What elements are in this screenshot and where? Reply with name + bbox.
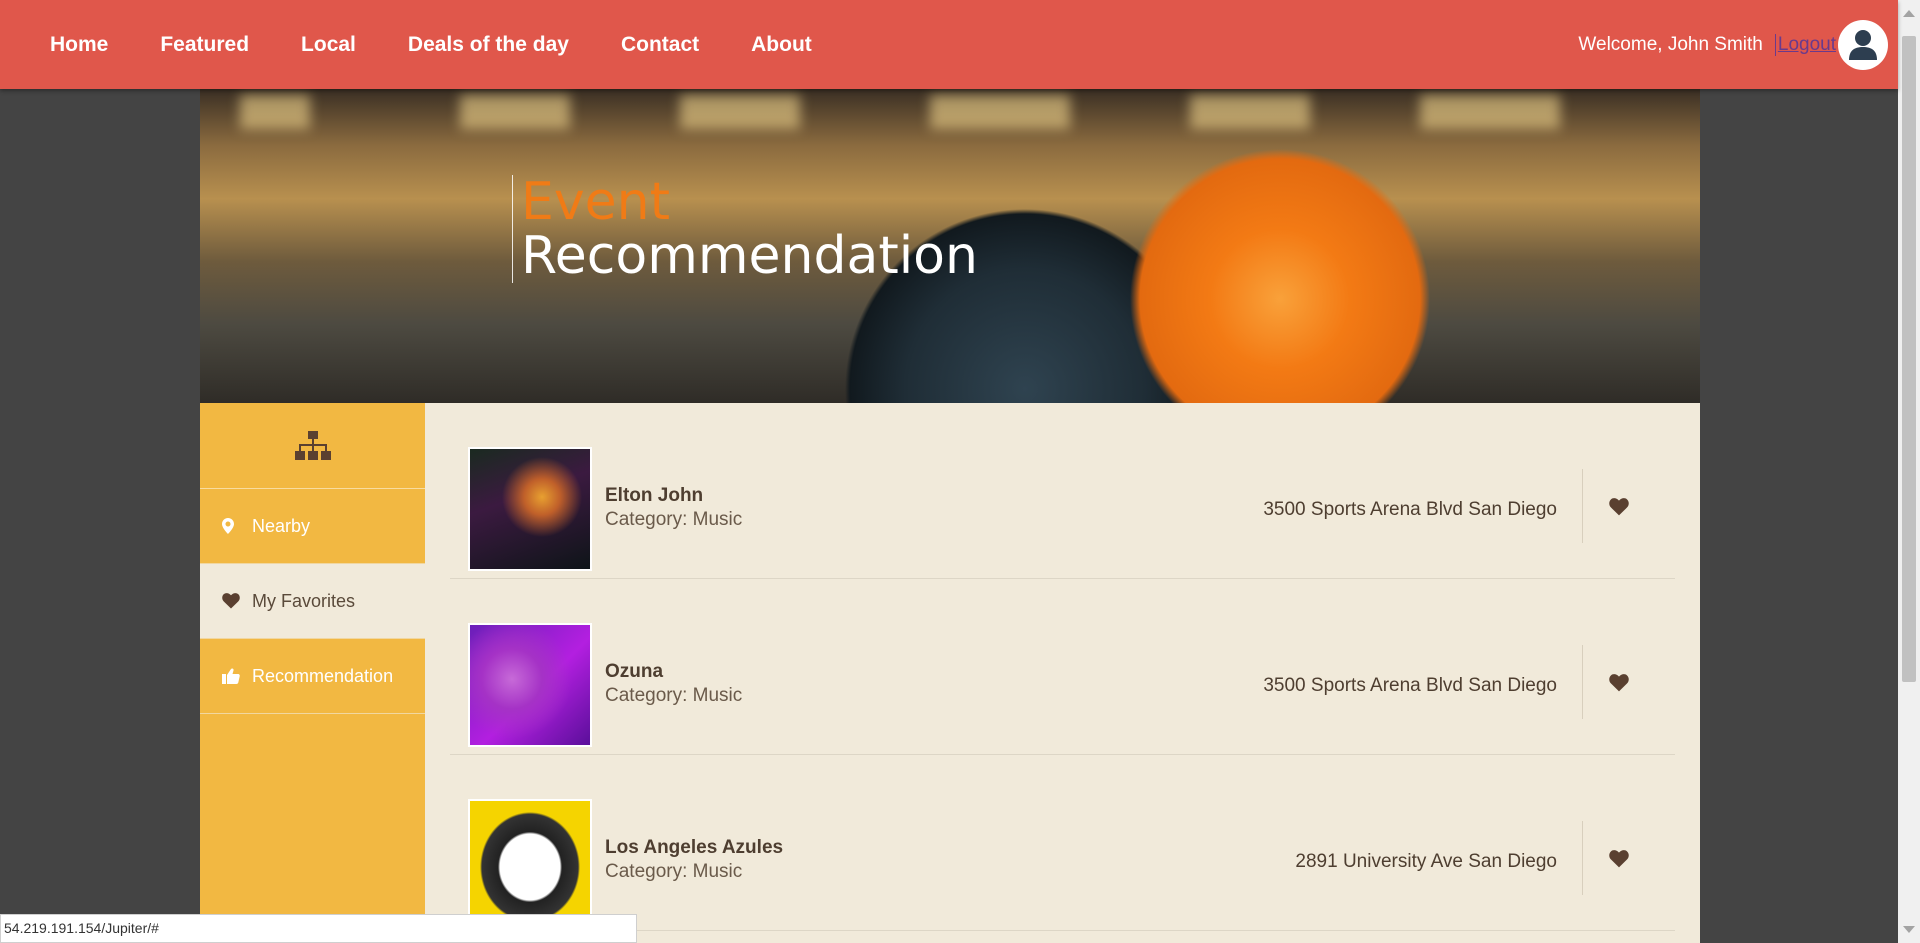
event-category: Category: Music	[605, 509, 743, 530]
sidebar-item-label: My Favorites	[252, 590, 356, 611]
list-item[interactable]: Ozuna Category: Music 3500 Sports Arena …	[450, 579, 1675, 755]
event-address: 2891 University Ave San Diego	[1295, 851, 1557, 872]
nav-links: Home Featured Local Deals of the day Con…	[24, 0, 838, 89]
user-area: Welcome, John Smith Logout	[1578, 0, 1888, 89]
divider	[1582, 645, 1583, 719]
sidebar-item-nearby[interactable]: Nearby	[200, 489, 425, 564]
list-item[interactable]: Los Angeles Azules Category: Music 2891 …	[450, 755, 1675, 931]
heart-icon	[222, 593, 244, 609]
event-name[interactable]: Los Angeles Azules	[605, 837, 783, 859]
map-marker-icon	[222, 518, 244, 534]
nav-local[interactable]: Local	[275, 33, 382, 57]
sitemap-icon	[294, 430, 331, 460]
user-icon	[1849, 29, 1877, 60]
sidebar-item-recommendation[interactable]: Recommendation	[200, 639, 425, 714]
welcome-text: Welcome, John Smith	[1578, 33, 1763, 55]
divider	[1582, 469, 1583, 543]
scroll-thumb[interactable]	[1902, 36, 1916, 682]
sidebar-item-my-favorites[interactable]: My Favorites	[200, 564, 425, 639]
favorite-button[interactable]	[1609, 674, 1631, 696]
sidebar: Nearby My Favorites Recommendation	[200, 403, 425, 943]
event-thumbnail[interactable]	[468, 623, 592, 747]
event-category: Category: Music	[605, 861, 743, 882]
event-thumbnail[interactable]	[468, 447, 592, 571]
hero-title-recommendation: Recommendation	[521, 226, 978, 286]
list-item[interactable]: Elton John Category: Music 3500 Sports A…	[450, 403, 1675, 579]
nav-about[interactable]: About	[725, 33, 838, 57]
nav-deals[interactable]: Deals of the day	[382, 33, 595, 57]
hero-title: Event Recommendation	[512, 175, 978, 283]
event-category: Category: Music	[605, 685, 743, 706]
status-bar-url: 54.219.191.154/Jupiter/#	[0, 914, 637, 943]
sidebar-header	[200, 403, 425, 489]
hero-title-event: Event	[521, 172, 670, 232]
nav-contact[interactable]: Contact	[595, 33, 725, 57]
divider	[1582, 821, 1583, 895]
scroll-up-icon[interactable]	[1903, 10, 1915, 17]
scroll-down-icon[interactable]	[1903, 926, 1915, 933]
nav-featured[interactable]: Featured	[134, 33, 275, 57]
event-name[interactable]: Elton John	[605, 485, 703, 507]
top-navbar: Home Featured Local Deals of the day Con…	[0, 0, 1898, 89]
avatar[interactable]	[1838, 19, 1888, 70]
favorite-button[interactable]	[1609, 850, 1631, 872]
heart-icon	[1609, 498, 1629, 516]
event-address: 3500 Sports Arena Blvd San Diego	[1263, 499, 1557, 520]
event-address: 3500 Sports Arena Blvd San Diego	[1263, 675, 1557, 696]
logout-link[interactable]: Logout	[1774, 33, 1836, 56]
page-scrollbar[interactable]	[1898, 0, 1920, 943]
main-container: Event Recommendation Nearby My Favorites…	[200, 89, 1700, 943]
event-name[interactable]: Ozuna	[605, 661, 663, 683]
nav-home[interactable]: Home	[24, 33, 134, 57]
sidebar-item-label: Recommendation	[252, 665, 394, 686]
thumbs-up-icon	[222, 668, 244, 684]
sidebar-item-label: Nearby	[252, 515, 311, 536]
favorite-button[interactable]	[1609, 498, 1631, 520]
event-thumbnail[interactable]	[468, 799, 592, 923]
heart-icon	[1609, 850, 1629, 868]
heart-icon	[1609, 674, 1629, 692]
hero-banner: Event Recommendation	[200, 89, 1700, 403]
